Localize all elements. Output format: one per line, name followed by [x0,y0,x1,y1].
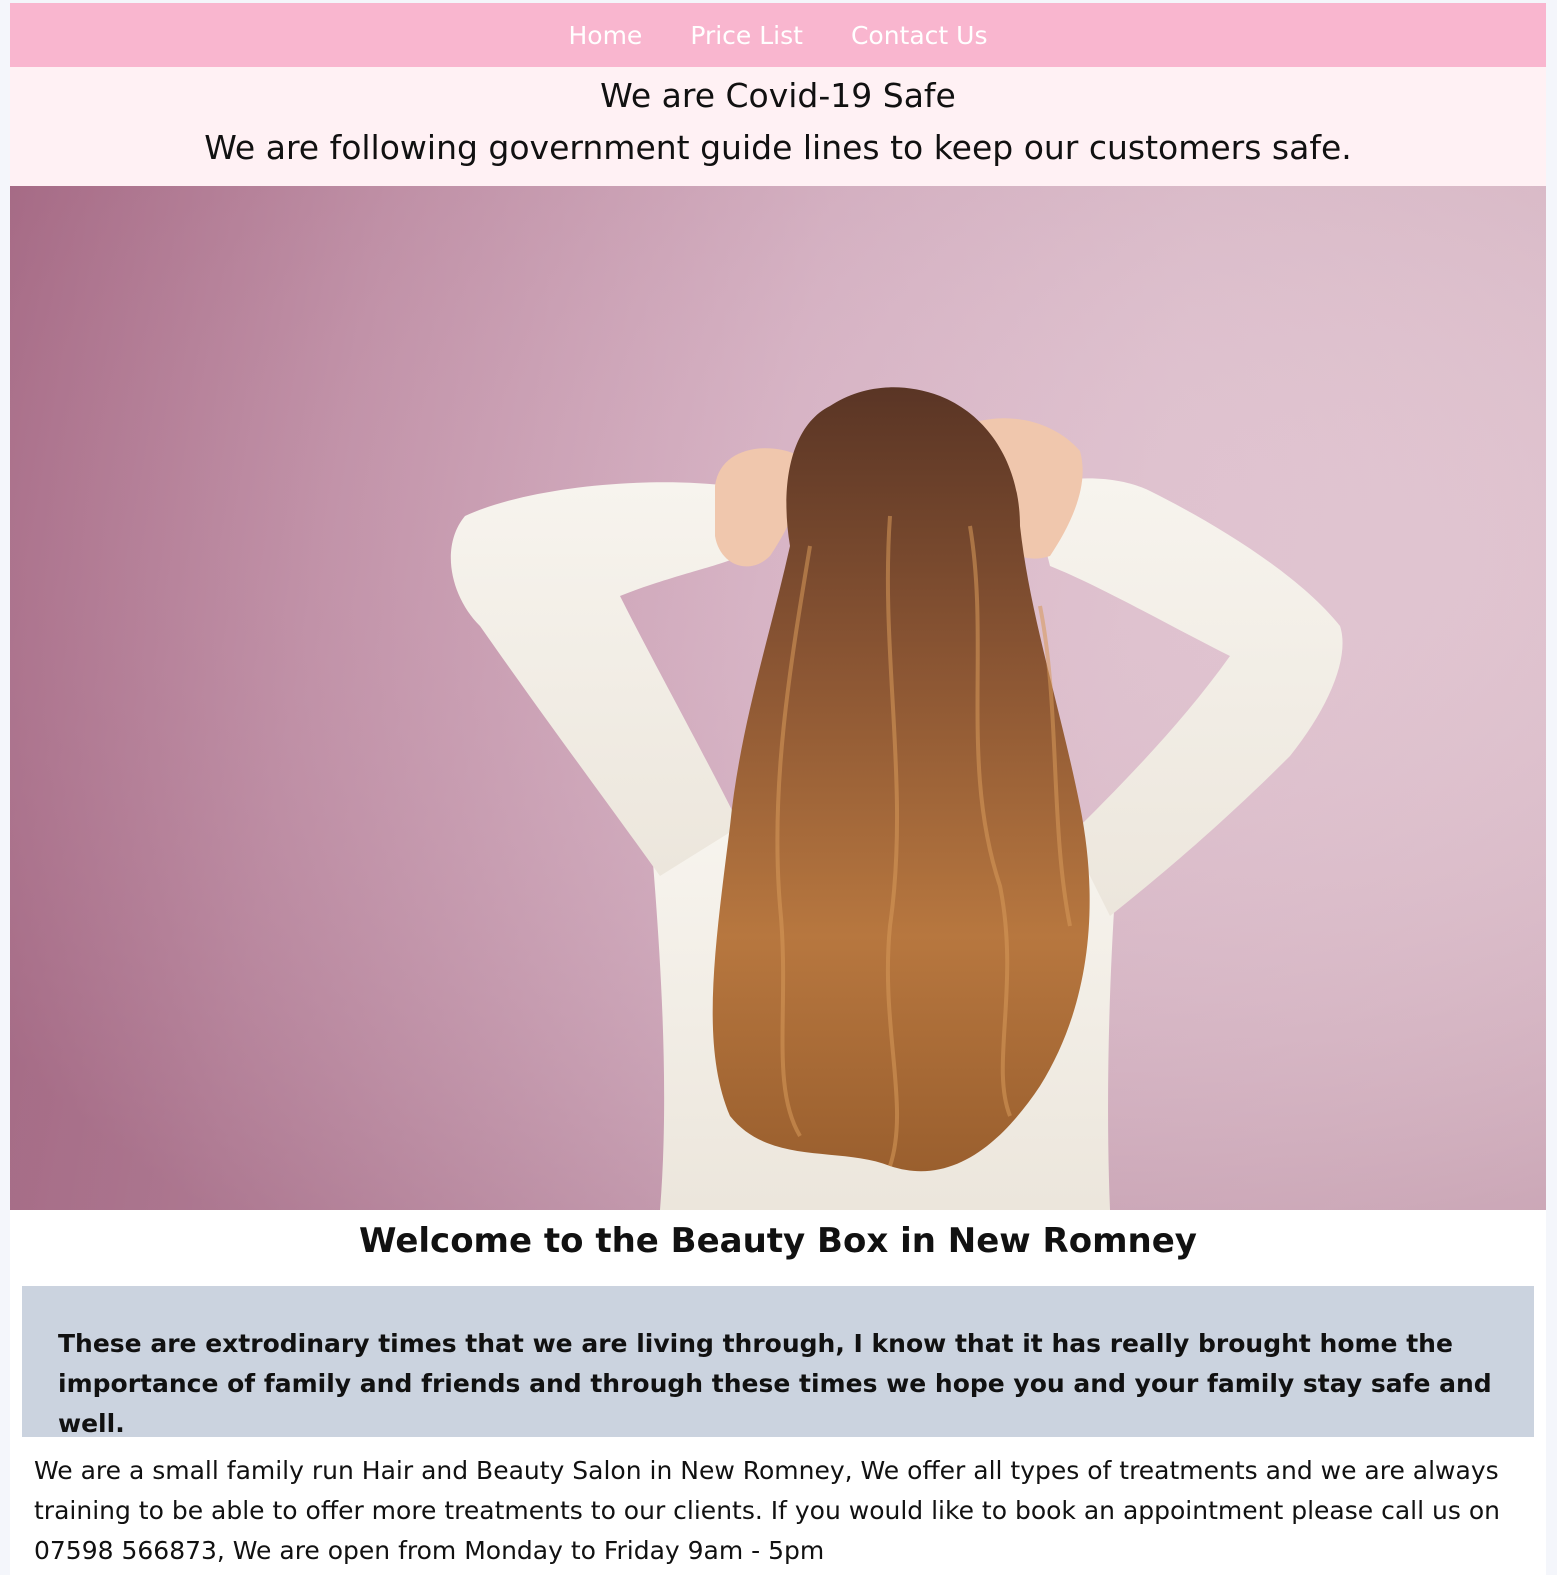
top-nav: Home Price List Contact Us [10,3,1546,67]
covid-banner: We are Covid-19 Safe We are following go… [10,67,1546,186]
page: Home Price List Contact Us We are Covid-… [10,3,1546,1575]
nav-price-list-link[interactable]: Price List [690,21,803,50]
hero-image [10,186,1546,1210]
hero-illustration [10,186,1546,1210]
nav-home-link[interactable]: Home [568,21,642,50]
covid-subtitle: We are following government guide lines … [204,128,1352,167]
quote-block: These are extrodinary times that we are … [22,1286,1534,1438]
about-paragraph: We are a small family run Hair and Beaut… [34,1456,1500,1565]
covid-title: We are Covid-19 Safe [600,76,956,115]
nav-contact-us-link[interactable]: Contact Us [851,21,988,50]
welcome-heading: Welcome to the Beauty Box in New Romney [359,1221,1197,1261]
